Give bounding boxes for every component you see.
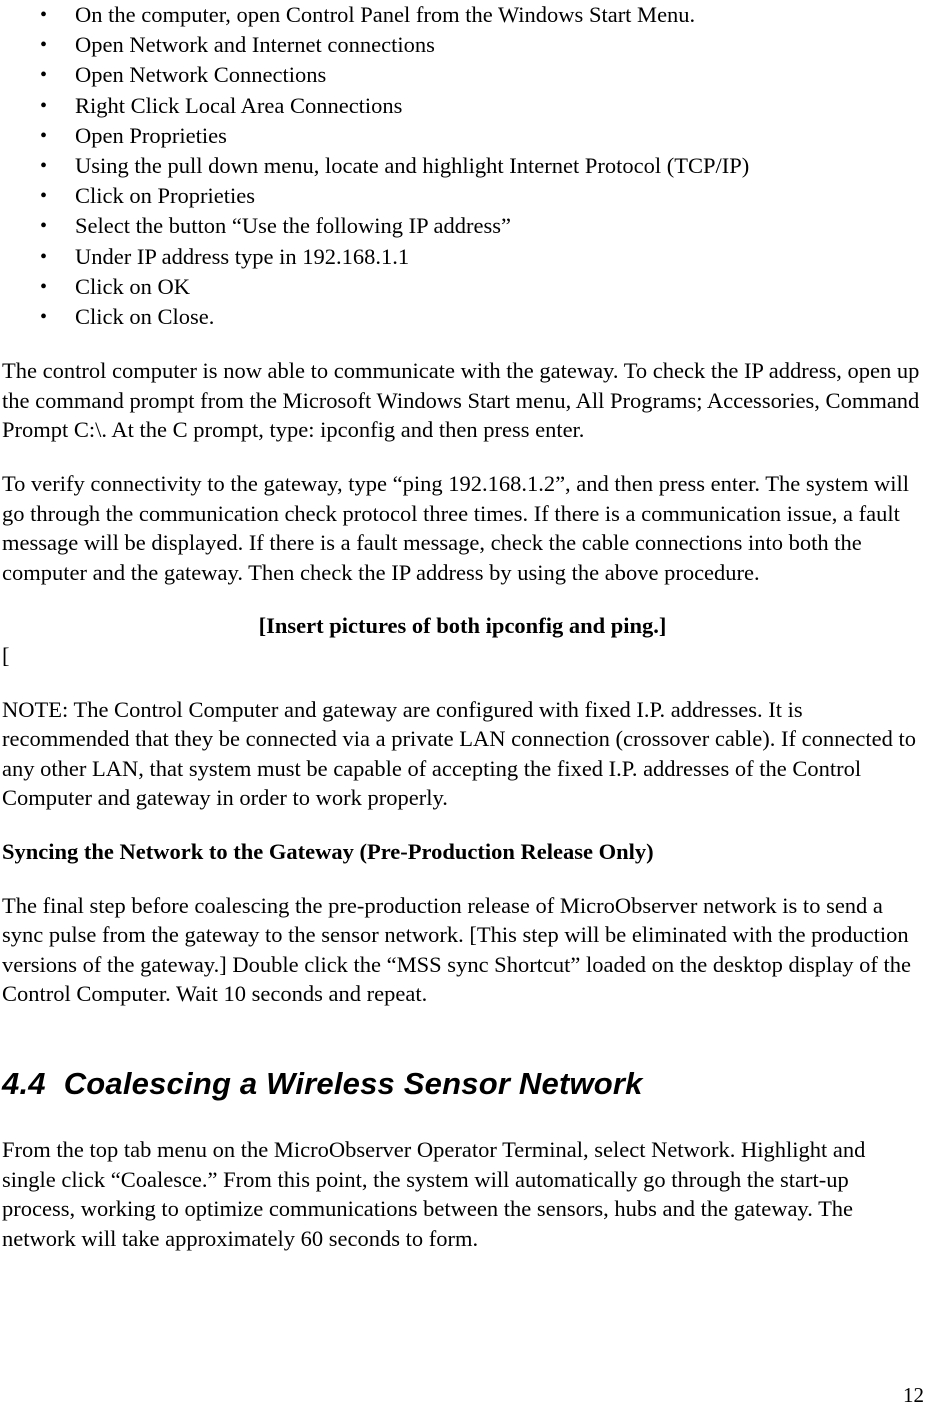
bullet-icon: • <box>40 245 48 268</box>
list-item-label: Right Click Local Area Connections <box>75 92 403 118</box>
bullet-icon: • <box>40 215 48 238</box>
list-item: • Open Proprieties <box>2 121 926 151</box>
bullet-icon: • <box>40 4 48 26</box>
section-heading-4-4: 4.4 Coalescing a Wireless Sensor Network <box>2 1065 926 1103</box>
list-item-label: Click on OK <box>75 273 190 299</box>
list-item-label: Click on Close. <box>75 304 215 330</box>
list-item-label: Open Proprieties <box>75 122 227 148</box>
section-title: Coalescing a Wireless Sensor Network <box>63 1065 643 1101</box>
list-item-label: Using the pull down menu, locate and hig… <box>75 153 750 179</box>
paragraph-ping-verify: To verify connectivity to the gateway, t… <box>2 471 909 585</box>
paragraph-coalesce-body: From the top tab menu on the MicroObserv… <box>2 1136 866 1251</box>
list-item-label: Click on Proprieties <box>75 183 255 209</box>
list-item: • Click on OK <box>2 272 926 302</box>
list-item: • Right Click Local Area Connections <box>2 91 926 121</box>
subheading-syncing-network: Syncing the Network to the Gateway (Pre-… <box>2 838 654 864</box>
list-item-label: Open Network Connections <box>75 62 327 88</box>
list-item: • Using the pull down menu, locate and h… <box>2 151 926 181</box>
list-item-label: Open Network and Internet connections <box>75 32 435 58</box>
paragraph-ipconfig-check: The control computer is now able to comm… <box>2 358 920 443</box>
network-setup-step-list: • On the computer, open Control Panel fr… <box>2 0 926 332</box>
bullet-icon: • <box>40 94 48 117</box>
bullet-icon: • <box>40 64 48 87</box>
list-item-label: On the computer, open Control Panel from… <box>75 2 696 27</box>
list-item: • On the computer, open Control Panel fr… <box>2 0 926 30</box>
bullet-icon: • <box>40 185 48 208</box>
document-page: • On the computer, open Control Panel fr… <box>0 0 936 1413</box>
bullet-icon: • <box>40 306 48 329</box>
bullet-icon: • <box>40 124 48 147</box>
list-item-label: Under IP address type in 192.168.1.1 <box>75 243 410 269</box>
paragraph-sync-body: The final step before coalescing the pre… <box>2 892 911 1007</box>
stray-bracket-text: [ <box>2 642 10 668</box>
list-item: • Open Network Connections <box>2 60 926 90</box>
insert-pictures-placeholder: [Insert pictures of both ipconfig and pi… <box>258 613 667 639</box>
bullet-icon: • <box>40 275 48 298</box>
bullet-icon: • <box>40 155 48 178</box>
list-item: • Select the button “Use the following I… <box>2 211 926 241</box>
list-item-label: Select the button “Use the following IP … <box>75 213 511 239</box>
page-number: 12 <box>903 1383 924 1407</box>
bullet-icon: • <box>40 34 48 57</box>
list-item: • Open Network and Internet connections <box>2 30 926 60</box>
list-item: • Click on Close. <box>2 302 926 332</box>
page-content: • On the computer, open Control Panel fr… <box>2 0 926 1253</box>
section-number: 4.4 <box>2 1065 46 1101</box>
paragraph-fixed-ip-note: NOTE: The Control Computer and gateway a… <box>2 696 916 811</box>
list-item: • Under IP address type in 192.168.1.1 <box>2 242 926 272</box>
list-item: • Click on Proprieties <box>2 181 926 211</box>
